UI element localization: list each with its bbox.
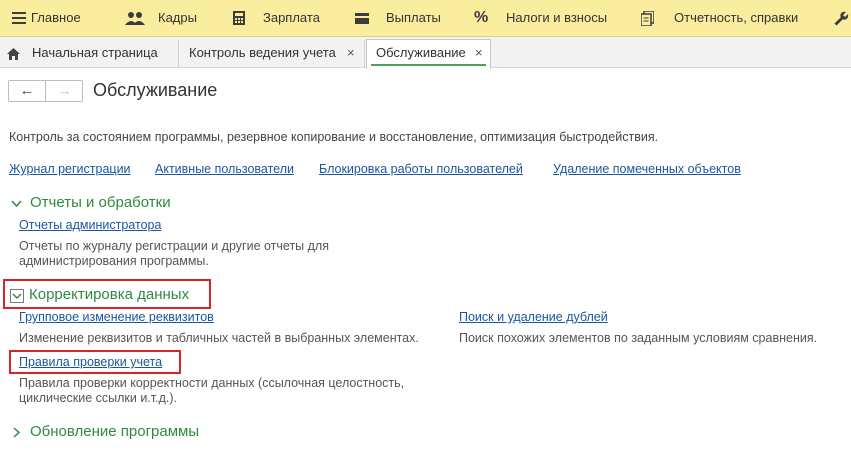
link-accounting-check-rules[interactable]: Правила проверки учета — [19, 355, 162, 369]
menu-item-main[interactable]: Главное — [10, 0, 105, 36]
back-button[interactable]: ← — [9, 81, 46, 101]
tab-label: Начальная страница — [32, 45, 158, 60]
note-line: циклические ссылки и.т.д.). — [19, 391, 177, 405]
menu-item-label: Главное — [31, 10, 81, 25]
link-admin-reports[interactable]: Отчеты администратора — [19, 218, 161, 232]
note-line: Правила проверки корректности данных (сс… — [19, 376, 405, 390]
chevron-down-icon[interactable] — [10, 289, 24, 303]
arrow-right-icon: → — [57, 82, 72, 99]
people-icon — [125, 0, 145, 36]
wallet-icon — [355, 0, 369, 36]
find-duplicates-note: Поиск похожих элементов по заданным усло… — [459, 331, 818, 345]
menu-item-taxes[interactable]: % Налоги и взносы — [474, 0, 624, 36]
link-group-edit-attributes[interactable]: Групповое изменение реквизитов — [19, 310, 214, 324]
group-title: Обновление программы — [30, 423, 200, 440]
close-icon[interactable]: × — [475, 40, 483, 66]
reports-icon — [640, 0, 655, 36]
menu-item-salary[interactable]: Зарплата — [231, 0, 336, 36]
group-edit-note: Изменение реквизитов и табличных частей … — [19, 331, 419, 345]
menu-item-reports[interactable]: Отчетность, справки — [640, 0, 811, 36]
menu-item-label: Кадры — [158, 10, 197, 25]
active-tab-indicator — [371, 64, 486, 66]
menu-item-admin[interactable] — [830, 0, 851, 36]
link-active-users[interactable]: Активные пользователи — [155, 162, 294, 176]
home-icon — [7, 40, 20, 66]
tab-accounting-control[interactable]: Контроль ведения учета × — [179, 40, 365, 68]
menu-item-label: Зарплата — [263, 10, 320, 25]
link-block-users[interactable]: Блокировка работы пользователей — [319, 162, 523, 176]
page-description: Контроль за состоянием программы, резерв… — [9, 130, 659, 144]
menu-item-label: Отчетность, справки — [674, 10, 799, 25]
tab-home[interactable]: Начальная страница — [0, 40, 179, 68]
menu-item-label: Налоги и взносы — [506, 10, 608, 25]
group-title: Отчеты и обработки — [30, 194, 171, 211]
chevron-down-icon — [11, 194, 22, 211]
calculator-icon — [233, 0, 245, 36]
tab-label: Контроль ведения учета — [189, 45, 336, 60]
tab-maintenance[interactable]: Обслуживание × — [366, 39, 491, 69]
group-correction-header[interactable]: Корректировка данных — [29, 286, 189, 303]
history-nav: ← → — [8, 80, 83, 102]
tab-label: Обслуживание — [376, 45, 466, 60]
menu-item-payments[interactable]: Выплаты — [355, 0, 455, 36]
link-find-duplicates[interactable]: Поиск и удаление дублей — [459, 310, 608, 324]
check-rules-note: Правила проверки корректности данных (сс… — [19, 376, 404, 406]
forward-button[interactable]: → — [46, 81, 83, 101]
percent-icon: % — [474, 9, 489, 26]
close-icon[interactable]: × — [347, 40, 355, 66]
arrow-left-icon: ← — [19, 82, 35, 99]
hamburger-icon — [12, 0, 26, 36]
chevron-right-icon — [11, 423, 22, 440]
menu-item-label: Выплаты — [386, 10, 441, 25]
menu-item-hr[interactable]: Кадры — [125, 0, 210, 36]
page-title: Обслуживание — [93, 80, 218, 100]
note-line: Отчеты по журналу регистрации и другие о… — [19, 239, 329, 253]
top-menu-bar: Главное Кадры Зарплата Выплаты % Налоги … — [0, 0, 851, 37]
admin-reports-note: Отчеты по журналу регистрации и другие о… — [19, 239, 329, 269]
link-delete-marked[interactable]: Удаление помеченных объектов — [553, 162, 741, 176]
note-line: администрирования программы. — [19, 254, 209, 268]
wrench-icon — [834, 0, 849, 36]
link-event-log[interactable]: Журнал регистрации — [9, 162, 131, 176]
tab-bar: Начальная страница Контроль ведения учет… — [0, 37, 851, 69]
